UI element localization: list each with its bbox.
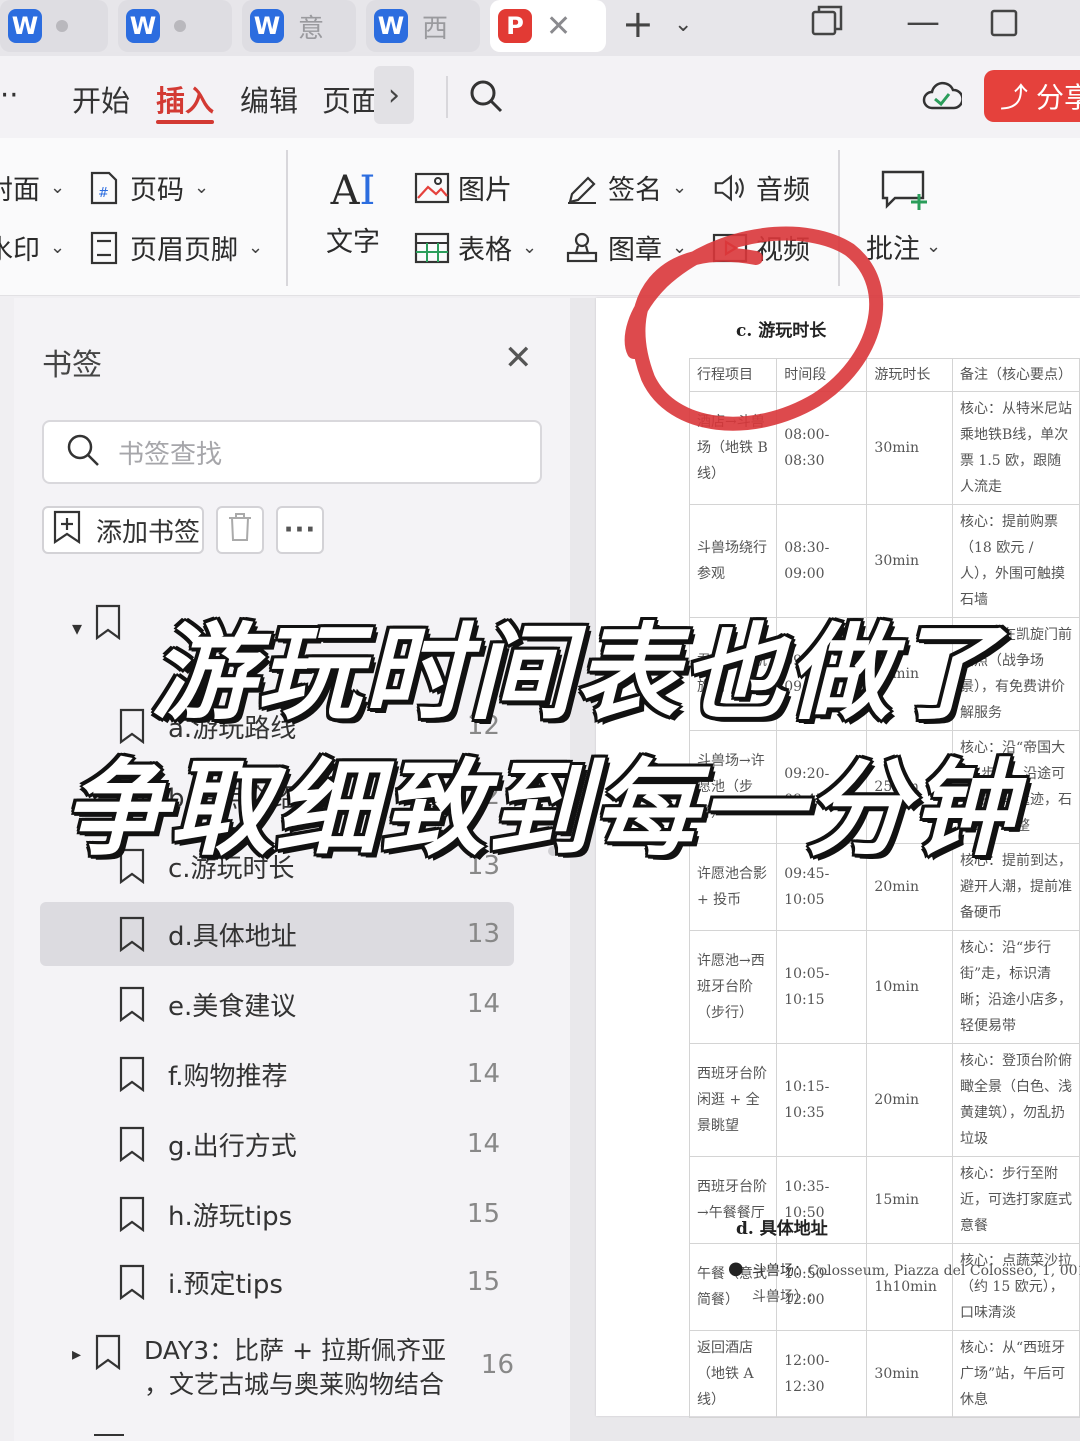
caption-line-2: 争取细致到每一分钟 <box>61 747 1017 872</box>
caption-line-1: 游玩时间表也做了 <box>149 611 999 736</box>
